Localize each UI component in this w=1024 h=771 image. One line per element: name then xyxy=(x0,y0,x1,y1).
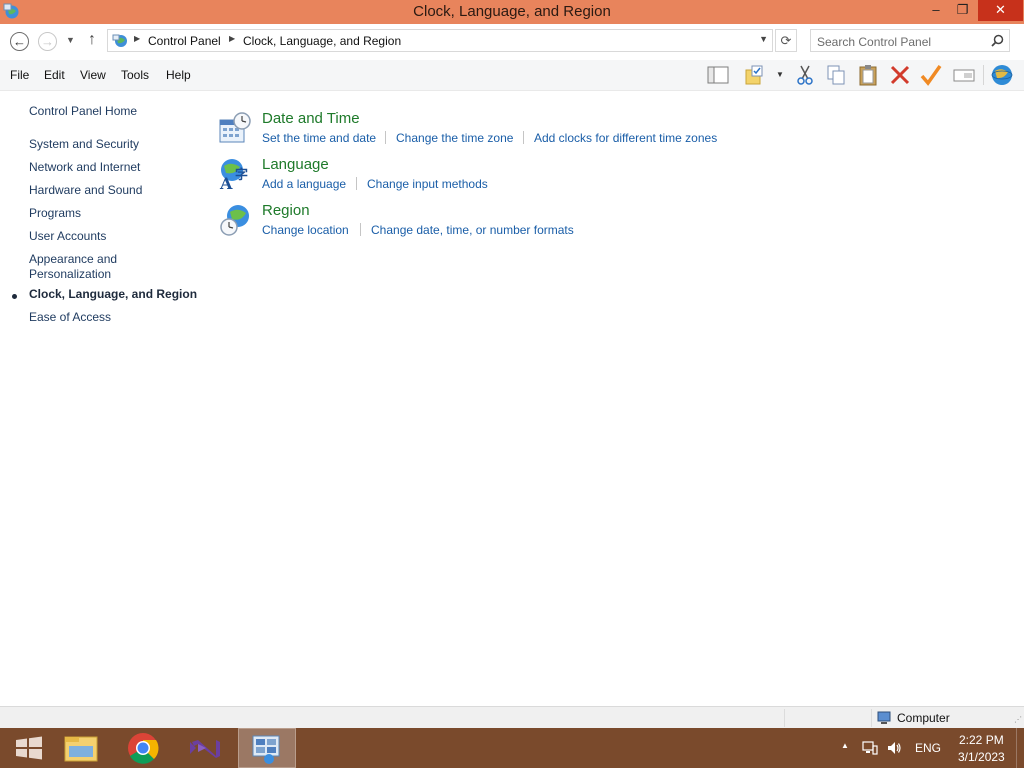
current-page-bullet xyxy=(12,294,17,299)
resize-grip[interactable]: ⋰ xyxy=(1014,715,1022,724)
svg-text:A: A xyxy=(219,174,233,191)
up-button[interactable]: ↑ xyxy=(88,31,96,49)
status-divider xyxy=(871,709,872,727)
chrome-icon[interactable] xyxy=(114,728,172,768)
status-bar: Computer ⋰ xyxy=(0,706,1024,729)
start-icon[interactable] xyxy=(0,728,58,768)
layout-icon[interactable] xyxy=(706,64,730,86)
recent-locations-dropdown[interactable]: ▼ xyxy=(66,35,75,45)
menu-help[interactable]: Help xyxy=(166,68,191,82)
file-explorer-icon[interactable] xyxy=(52,728,110,768)
globe-clock-icon[interactable] xyxy=(218,203,252,237)
breadcrumb-control-panel[interactable]: Control Panel xyxy=(148,34,221,48)
cut-icon[interactable] xyxy=(793,64,817,86)
computer-icon xyxy=(877,711,891,724)
folder-options-dropdown-icon[interactable]: ▼ xyxy=(776,70,784,79)
delete-icon[interactable] xyxy=(888,64,912,86)
navigation-bar: ← → ▼ ↑ ▶ Control Panel ▶ Clock, Languag… xyxy=(0,24,1024,60)
search-box[interactable] xyxy=(810,29,1010,52)
folder-options-icon[interactable] xyxy=(744,64,768,86)
network-icon[interactable] xyxy=(862,740,878,756)
taskbar: ▲ ENG 2:22 PM 3/1/2023 xyxy=(0,728,1024,768)
menu-edit[interactable]: Edit xyxy=(44,68,65,82)
close-button[interactable]: ✕ xyxy=(978,0,1023,21)
title-bar: Clock, Language, and Region – ❐ ✕ xyxy=(0,0,1024,24)
menu-view[interactable]: View xyxy=(80,68,106,82)
show-desktop-button[interactable] xyxy=(1016,728,1024,768)
task-separator xyxy=(356,177,357,190)
language-icon[interactable]: A 字 xyxy=(218,157,252,191)
task-separator xyxy=(385,131,386,144)
paste-icon[interactable] xyxy=(856,64,880,86)
nav-ease-of-access[interactable]: Ease of Access xyxy=(29,310,111,325)
nav-hardware-and-sound[interactable]: Hardware and Sound xyxy=(29,183,142,198)
svg-text:字: 字 xyxy=(235,167,248,183)
nav-network-and-internet[interactable]: Network and Internet xyxy=(29,160,140,175)
toolbar-divider xyxy=(983,65,984,85)
task-separator xyxy=(523,131,524,144)
maximize-button[interactable]: ❐ xyxy=(950,0,975,21)
checkmark-icon[interactable] xyxy=(919,64,943,86)
nav-user-accounts[interactable]: User Accounts xyxy=(29,229,106,244)
visual-studio-icon[interactable] xyxy=(176,728,234,768)
task-separator xyxy=(360,223,361,236)
nav-appearance-and-personalization[interactable]: Appearance and Personalization xyxy=(29,252,139,282)
volume-icon[interactable] xyxy=(886,740,902,756)
window-title: Clock, Language, and Region xyxy=(413,3,611,20)
task-set-time-and-date[interactable]: Set the time and date xyxy=(262,131,376,145)
control-panel-icon xyxy=(112,34,127,47)
control-panel-icon xyxy=(252,735,280,764)
task-change-input-methods[interactable]: Change input methods xyxy=(367,177,488,191)
menu-file[interactable]: File xyxy=(10,68,29,82)
show-hidden-icons-button[interactable]: ▲ xyxy=(841,741,849,750)
taskbar-control-panel-button[interactable] xyxy=(238,728,296,768)
search-input[interactable] xyxy=(815,32,989,51)
input-language-indicator[interactable]: ENG xyxy=(915,741,941,755)
address-bar[interactable]: ▶ Control Panel ▶ Clock, Language, and R… xyxy=(107,29,773,52)
globe-icon[interactable] xyxy=(990,64,1014,86)
search-icon[interactable] xyxy=(991,34,1004,47)
breadcrumb-clock-language-region[interactable]: Clock, Language, and Region xyxy=(243,34,401,48)
task-change-time-zone[interactable]: Change the time zone xyxy=(396,131,513,145)
clock-time[interactable]: 2:22 PM xyxy=(959,733,1004,747)
refresh-button[interactable]: ⟳ xyxy=(775,29,797,52)
rename-icon[interactable] xyxy=(952,64,976,86)
breadcrumb-separator[interactable]: ▶ xyxy=(229,34,235,43)
forward-button[interactable]: → xyxy=(38,32,57,51)
task-change-formats[interactable]: Change date, time, or number formats xyxy=(371,223,574,237)
status-divider xyxy=(784,709,785,727)
minimize-button[interactable]: – xyxy=(922,0,950,21)
address-dropdown-icon[interactable]: ▼ xyxy=(759,34,768,44)
category-language[interactable]: Language xyxy=(262,156,329,173)
nav-control-panel-home[interactable]: Control Panel Home xyxy=(29,104,137,119)
clock-date[interactable]: 3/1/2023 xyxy=(958,750,1005,764)
back-button[interactable]: ← xyxy=(10,32,29,51)
menu-bar: File Edit View Tools Help ▼ xyxy=(0,60,1024,91)
task-add-language[interactable]: Add a language xyxy=(262,177,346,191)
nav-system-and-security[interactable]: System and Security xyxy=(29,137,139,152)
calendar-clock-icon[interactable] xyxy=(218,111,252,145)
category-region[interactable]: Region xyxy=(262,202,310,219)
nav-programs[interactable]: Programs xyxy=(29,206,81,221)
menu-tools[interactable]: Tools xyxy=(121,68,149,82)
status-computer-label: Computer xyxy=(897,711,950,725)
breadcrumb-separator[interactable]: ▶ xyxy=(134,34,140,43)
task-change-location[interactable]: Change location xyxy=(262,223,349,237)
nav-clock-language-and-region[interactable]: Clock, Language, and Region xyxy=(29,287,197,302)
copy-icon[interactable] xyxy=(824,64,848,86)
category-date-and-time[interactable]: Date and Time xyxy=(262,110,360,127)
task-add-clocks[interactable]: Add clocks for different time zones xyxy=(534,131,717,145)
